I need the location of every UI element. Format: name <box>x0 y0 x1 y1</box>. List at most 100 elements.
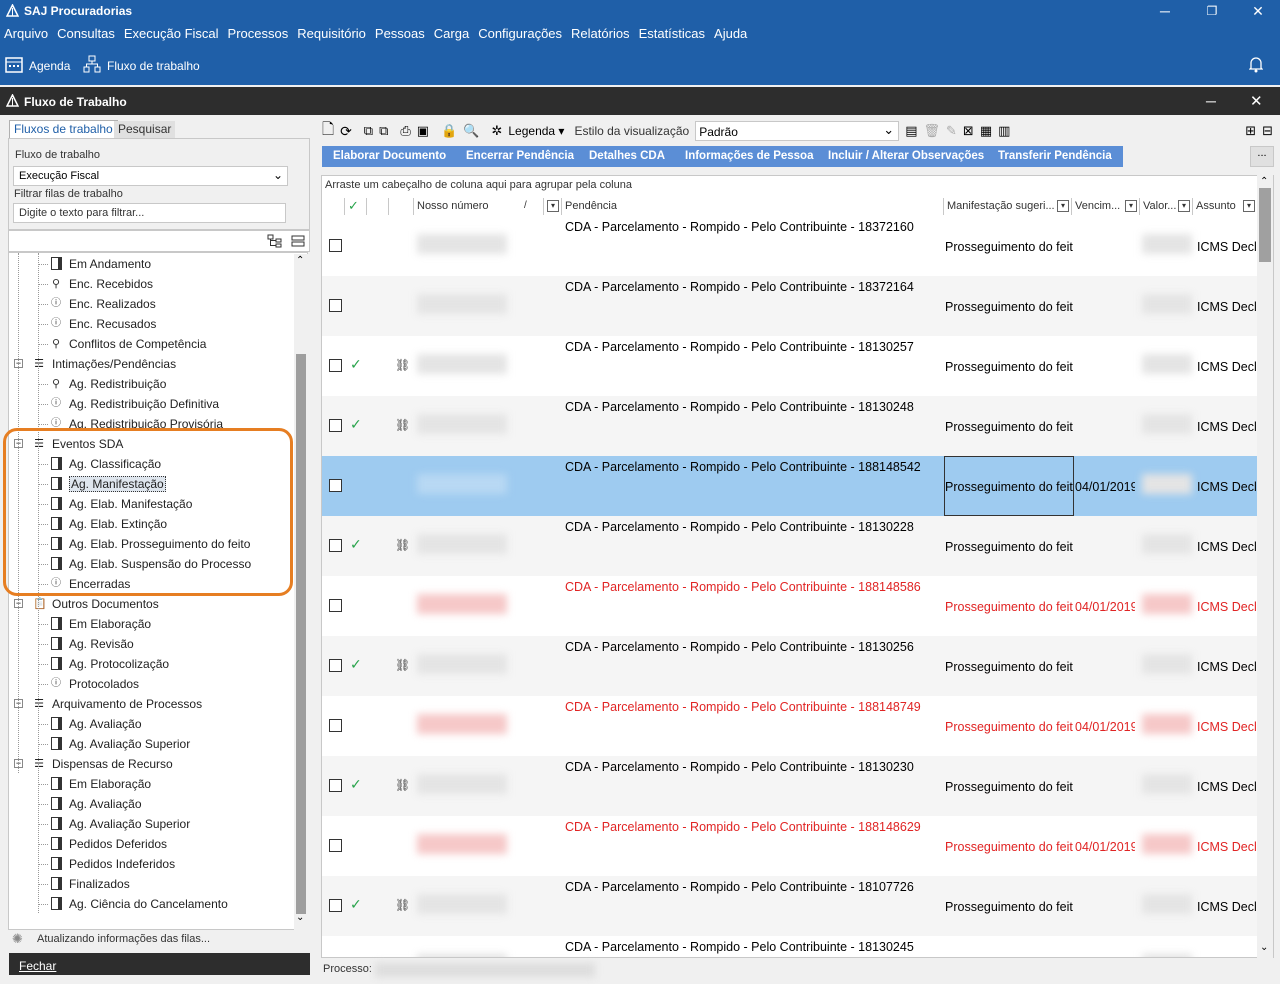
row-checkbox[interactable] <box>329 899 342 912</box>
fluxo-trabalho-button[interactable]: Fluxo de trabalho <box>83 55 200 76</box>
table-row[interactable]: ✓ ⛓ CDA - Parcelamento - Rompido - Pelo Co… <box>322 636 1258 696</box>
menu-requisitorio[interactable]: Requisitório <box>293 23 371 41</box>
lock-icon[interactable]: 🔒 <box>441 123 457 139</box>
menu-configuracoes[interactable]: Configurações <box>474 23 567 41</box>
filter-icon[interactable]: ▾ <box>1178 200 1190 212</box>
new-icon[interactable]: 🗋 <box>322 119 334 144</box>
row-checkbox[interactable] <box>329 419 342 432</box>
report-icon[interactable]: ▦ <box>980 123 992 139</box>
tree-item[interactable]: ☰ Arquivamento de Processos <box>33 694 202 714</box>
more-actions-button[interactable]: ... <box>1250 146 1274 167</box>
tree-item[interactable]: ⓘ Enc. Recusados <box>50 314 156 334</box>
tab-fluxos[interactable]: Fluxos de trabalho <box>9 120 118 138</box>
row-checkbox[interactable] <box>329 719 342 732</box>
expand-tree-icon[interactable] <box>267 234 283 251</box>
tree-item[interactable]: Pedidos Deferidos <box>50 834 167 854</box>
legenda-dropdown[interactable]: Legenda ▾ <box>508 124 564 138</box>
table-row[interactable]: ✓ ⛓ CDA - Parcelamento - Rompido - Pelo Co… <box>322 756 1258 816</box>
tree-item[interactable]: ⓘ Enc. Realizados <box>50 294 156 314</box>
tree-item[interactable]: ⚲ Conflitos de Competência <box>50 334 206 354</box>
row-checkbox[interactable] <box>329 659 342 672</box>
refresh-icon[interactable]: ⟳ <box>340 123 352 140</box>
filtrar-input[interactable]: Digite o texto para filtrar... <box>13 203 286 223</box>
fluxo-select[interactable]: Execução Fiscal ⌄ <box>13 166 288 186</box>
header-pendencia[interactable]: Pendência <box>562 198 944 215</box>
detalhes-cda-button[interactable]: Detalhes CDA <box>578 146 677 167</box>
menu-execucao-fiscal[interactable]: Execução Fiscal <box>120 23 224 41</box>
table-row[interactable]: CDA - Parcelamento - Rompido - Pelo Cont… <box>322 576 1258 636</box>
legend-icon[interactable]: ✲ <box>491 123 502 139</box>
row-checkbox[interactable] <box>329 239 342 252</box>
header-valor[interactable]: Valor... ▾ <box>1140 198 1193 215</box>
transferir-pendencia-button[interactable]: Transferir Pendência <box>987 146 1123 167</box>
bell-icon[interactable] <box>1248 55 1264 76</box>
elaborar-documento-button[interactable]: Elaborar Documento <box>322 146 458 167</box>
tree-item[interactable]: Em Andamento <box>50 254 151 274</box>
search-doc-icon[interactable]: 🔍 <box>463 123 479 139</box>
scroll-up-icon[interactable]: ⌃ <box>296 255 304 266</box>
table-row[interactable]: ✓ ⛓ CDA - Parcelamento - Rompido - Pelo Co… <box>322 516 1258 576</box>
tree-item[interactable]: ☰ Intimações/Pendências <box>33 354 176 374</box>
columns-icon[interactable]: ▥ <box>998 123 1010 139</box>
close-panel-button[interactable]: ✕ <box>1250 92 1263 110</box>
scroll-down-icon[interactable]: ⌄ <box>1260 942 1268 953</box>
menu-processos[interactable]: Processos <box>224 23 294 41</box>
filter-icon[interactable]: ▾ <box>547 200 559 212</box>
tree-item[interactable]: 📋 Outros Documentos <box>33 594 159 614</box>
incluir-observacoes-button[interactable]: Incluir / Alterar Observações <box>817 146 996 167</box>
row-checkbox[interactable] <box>329 299 342 312</box>
filter-icon[interactable]: ▾ <box>1057 200 1069 212</box>
informacoes-pessoa-button[interactable]: Informações de Pessoa <box>674 146 825 167</box>
tree-item[interactable]: Em Elaboração <box>50 614 151 634</box>
menu-pessoas[interactable]: Pessoas <box>371 23 430 41</box>
row-checkbox[interactable] <box>329 479 342 492</box>
filter-icon[interactable]: ▾ <box>1243 200 1255 212</box>
row-checkbox[interactable] <box>329 839 342 852</box>
menu-relatorios[interactable]: Relatórios <box>567 23 635 41</box>
maximize-button[interactable]: ❐ <box>1192 0 1232 23</box>
copy-icon[interactable]: ⧉ <box>364 123 373 139</box>
tree-item[interactable]: Ag. Avaliação <box>50 794 142 814</box>
header-nosso-filter[interactable]: ▾ <box>544 198 562 215</box>
table-row[interactable]: ✓ ⛓ CDA - Parcelamento - Rompido - Pelo Co… <box>322 396 1258 456</box>
minimize-panel-button[interactable]: ─ <box>1206 93 1216 109</box>
tree-item[interactable]: Ag. Avaliação Superior <box>50 734 190 754</box>
header-manifestacao[interactable]: Manifestação sugeri... ▾ <box>944 198 1072 215</box>
row-checkbox[interactable] <box>329 359 342 372</box>
tree-item[interactable]: ⓘ Ag. Redistribuição Definitiva <box>50 394 219 414</box>
grid-scrollbar[interactable] <box>1257 175 1273 958</box>
tree-scrollbar-thumb[interactable] <box>296 354 306 914</box>
table-row[interactable]: CDA - Parcelamento - Rompido - Pelo Cont… <box>322 456 1258 516</box>
scroll-up-icon[interactable]: ⌃ <box>1260 176 1268 187</box>
minimize-button[interactable]: ─ <box>1145 0 1185 23</box>
duplicate-icon[interactable]: ⧉ <box>379 123 388 139</box>
tree-item[interactable]: Ag. Ciência do Cancelamento <box>50 894 228 914</box>
menu-arquivo[interactable]: Arquivo <box>0 23 53 41</box>
grid-scrollbar-thumb[interactable] <box>1259 188 1271 262</box>
table-row[interactable]: CDA - Parcelamento - Rompido - Pelo Cont… <box>322 276 1258 336</box>
tree-item[interactable]: Finalizados <box>50 874 130 894</box>
collapse-icon[interactable]: ⊟ <box>1262 123 1273 139</box>
scroll-down-icon[interactable]: ⌄ <box>296 912 304 923</box>
header-select[interactable] <box>322 198 345 215</box>
table-row[interactable]: ✓ ⛓ CDA - Parcelamento - Rompido - Pelo Co… <box>322 336 1258 396</box>
row-checkbox[interactable] <box>329 779 342 792</box>
filter-icon[interactable]: ▾ <box>1125 200 1137 212</box>
header-nosso-numero[interactable]: Nosso número / <box>414 198 544 215</box>
tree-item[interactable]: ⚲ Ag. Redistribuição <box>50 374 166 394</box>
row-checkbox[interactable] <box>329 599 342 612</box>
tree-item[interactable]: Em Elaboração <box>50 774 151 794</box>
tree-view-icon[interactable]: ⊞ <box>1245 123 1256 139</box>
tree-item[interactable]: Ag. Revisão <box>50 634 134 654</box>
header-vencimento[interactable]: Vencim... ▾ <box>1072 198 1140 215</box>
tab-pesquisar[interactable]: Pesquisar <box>114 121 176 139</box>
print-icon[interactable]: ⎙ <box>400 123 410 139</box>
estilo-select[interactable]: Padrão ⌄ <box>695 121 900 141</box>
tree-item[interactable]: ☰ Dispensas de Recurso <box>33 754 173 774</box>
tree-item[interactable]: Pedidos Indeferidos <box>50 854 175 874</box>
save-icon[interactable]: ▣ <box>417 123 429 139</box>
menu-ajuda[interactable]: Ajuda <box>710 23 752 41</box>
row-checkbox[interactable] <box>329 539 342 552</box>
agenda-button[interactable]: Agenda <box>5 55 70 76</box>
table-row[interactable]: CDA - Parcelamento - Rompido - Pelo Cont… <box>322 216 1258 276</box>
